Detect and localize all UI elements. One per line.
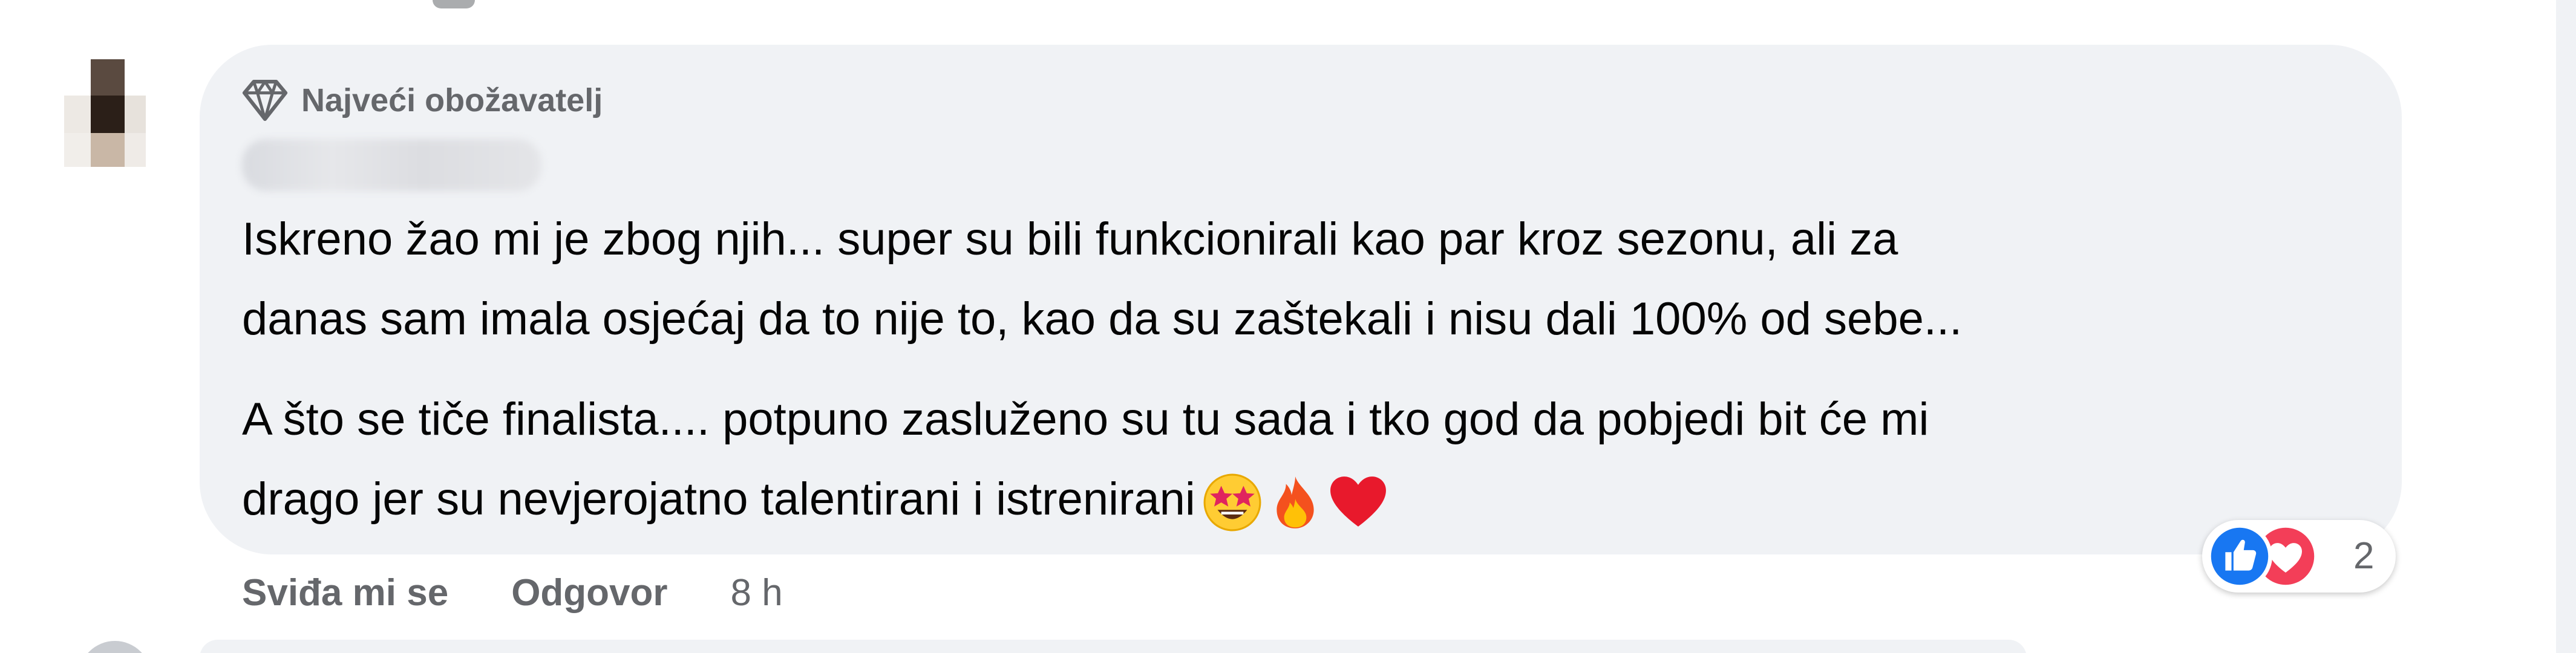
avatar-pixel: [125, 96, 146, 133]
avatar-pixel: [64, 133, 91, 167]
like-icon: [2207, 524, 2272, 589]
comment-screenshot: Najveći obožavatelj Iskreno žao mi je zb…: [0, 0, 2576, 653]
timestamp[interactable]: 8 h: [731, 571, 783, 614]
avatar-pixel: [64, 96, 91, 133]
star-struck-emoji: [1203, 473, 1261, 531]
badge-label: Najveći obožavatelj: [301, 82, 603, 119]
avatar-pixel: [125, 133, 146, 167]
comment-paragraph: A što se tiče finalista.... potpuno zasl…: [242, 380, 1929, 539]
avatar-pixel: [91, 133, 125, 167]
fire-emoji: [1277, 476, 1314, 528]
emoji-group: [1203, 473, 1391, 532]
reply-button[interactable]: Odgovor: [511, 571, 667, 614]
next-comment-bubble: [200, 640, 2027, 653]
avatar-pixel: [91, 96, 125, 133]
page-right-edge: [2556, 0, 2576, 653]
comment-paragraph: Iskreno žao mi je zbog njih... super su …: [242, 213, 1963, 345]
comment-actions: Sviđa mi se Odgovor 8 h: [242, 562, 783, 623]
avatar-pixel: [91, 59, 125, 96]
author-name-blurred[interactable]: [242, 139, 541, 191]
previous-item-edge: [433, 0, 475, 8]
next-comment-avatar: [79, 641, 151, 653]
reactions-summary[interactable]: 2: [2202, 520, 2396, 593]
top-fan-badge[interactable]: Najveći obožavatelj: [242, 77, 603, 123]
avatar[interactable]: [64, 59, 146, 167]
diamond-icon: [242, 80, 288, 121]
comment-paragraph-text: A što se tiče finalista.... potpuno zasl…: [242, 394, 1929, 525]
red-heart-emoji: [1330, 476, 1386, 527]
reaction-count: 2: [2353, 535, 2375, 577]
like-button[interactable]: Sviđa mi se: [242, 571, 448, 614]
